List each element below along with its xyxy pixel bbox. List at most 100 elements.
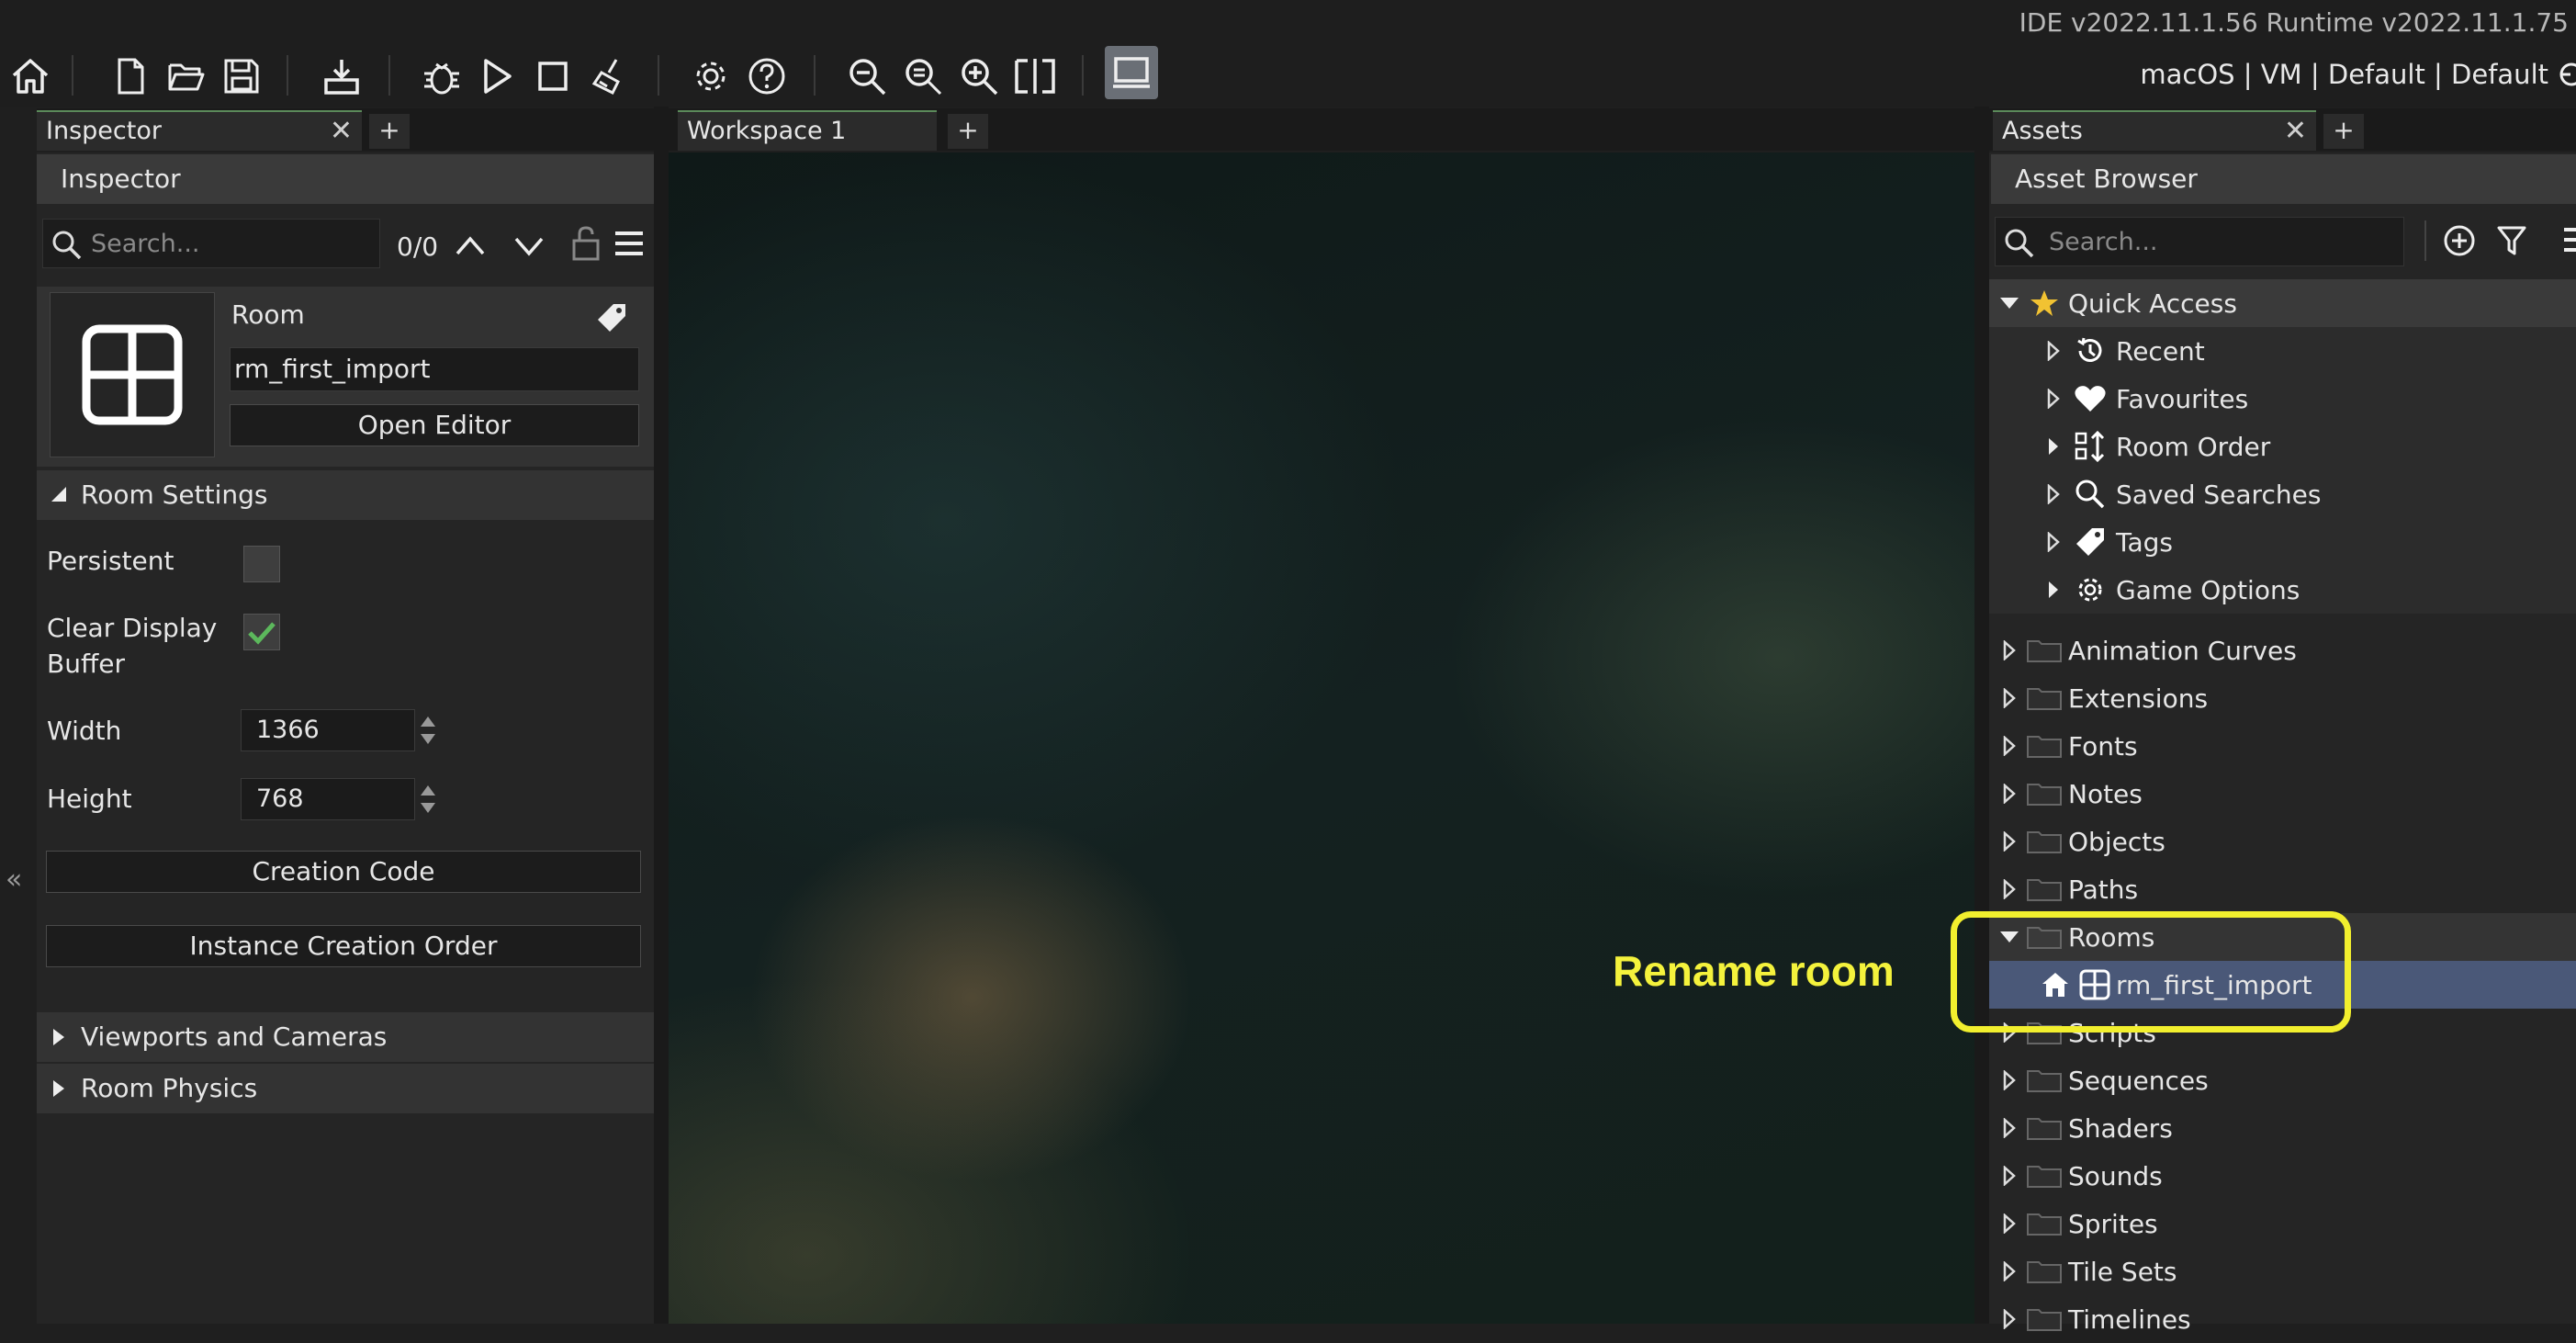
toolbar-separator [658,55,659,96]
add-tab-button[interactable]: + [369,114,410,149]
room-settings-section[interactable]: Room Settings [37,470,654,520]
zoom-in-icon[interactable] [952,50,1006,103]
persistent-checkbox[interactable] [243,546,280,582]
tree-label: Paths [2068,874,2139,905]
instance-creation-order-button[interactable]: Instance Creation Order [46,925,641,967]
inspector-search-input[interactable]: Search... [42,219,380,268]
open-folder-icon[interactable] [160,50,213,103]
expanded-arrow-icon [1998,292,2020,314]
viewports-section[interactable]: Viewports and Cameras [37,1012,654,1062]
target-menu-icon[interactable] [2558,61,2576,88]
search-placeholder: Search... [91,230,200,258]
asset-folder[interactable]: Sprites [1998,1200,2158,1247]
asset-folder[interactable]: Shaders [1998,1104,2173,1152]
debug-icon[interactable] [415,50,468,103]
save-icon[interactable] [215,50,268,103]
zoom-out-icon[interactable] [840,50,894,103]
folder-icon [2020,1164,2068,1188]
collapsed-triangle-icon [51,1027,66,1047]
lock-icon[interactable] [569,224,602,263]
hamburger-menu-icon[interactable] [2562,226,2576,254]
clear-display-checkbox[interactable] [243,614,280,650]
folder-icon [2020,1212,2068,1236]
new-file-icon[interactable] [104,50,157,103]
asset-folder[interactable]: Fonts [1998,722,2138,770]
tree-label: Timelines [2068,1304,2191,1335]
toolbar-separator [388,55,390,96]
help-icon[interactable] [740,50,793,103]
next-match-icon[interactable] [512,231,546,259]
asset-folder[interactable]: Timelines [1998,1295,2191,1343]
collapsed-arrow-icon [2042,388,2064,410]
resource-name-field[interactable]: rm_first_import [230,347,639,391]
tag-icon [2064,526,2116,558]
asset-folder[interactable]: Animation Curves [1998,626,2297,674]
toolbar-separator [287,55,288,96]
tab-assets[interactable]: Assets ✕ [1993,110,2316,151]
zoom-reset-icon[interactable] [896,50,950,103]
width-spinner-icon[interactable] [417,711,439,750]
preferences-icon[interactable] [684,50,737,103]
hamburger-menu-icon[interactable] [613,230,645,257]
asset-folder[interactable]: Sequences [1998,1056,2209,1104]
collapsed-arrow-icon [2042,579,2064,601]
run-icon[interactable] [470,50,523,103]
close-icon[interactable]: ✕ [330,112,353,151]
height-spinner-icon[interactable] [417,780,439,818]
asset-folder[interactable]: Extensions [1998,674,2208,722]
add-workspace-button[interactable]: + [948,114,988,149]
right-splitter[interactable] [1974,107,1989,1324]
tag-icon[interactable] [595,301,628,334]
stop-icon[interactable] [526,50,579,103]
clean-icon[interactable] [582,50,636,103]
tab-inspector[interactable]: Inspector ✕ [37,110,362,151]
asset-folder[interactable]: Objects [1998,818,2165,865]
add-tab-button[interactable]: + [2323,114,2364,149]
width-field[interactable]: 1366 [241,709,415,751]
quick-item-game-options[interactable]: Game Options [2042,566,2300,614]
workspace-canvas[interactable] [669,152,1974,1324]
toolbar-separator [72,55,73,96]
expanded-triangle-icon [50,485,68,503]
quick-item-saved-searches[interactable]: Saved Searches [2042,470,2321,518]
asset-folder[interactable]: Notes [1998,770,2143,818]
target-selector[interactable]: macOS | VM | Default | Default [2140,59,2548,90]
quick-access-header[interactable]: Quick Access [1998,279,2237,327]
search-placeholder: Search... [2049,228,2158,256]
collapsed-arrow-icon [1998,878,2020,900]
tree-label: Favourites [2116,383,2249,414]
room-physics-section[interactable]: Room Physics [37,1064,654,1113]
home-icon[interactable] [4,50,57,103]
create-executable-icon[interactable] [315,50,368,103]
height-field[interactable]: 768 [241,778,415,820]
target-device-icon[interactable] [1105,46,1158,99]
clear-display-label: Clear Display [47,613,218,643]
asset-folder[interactable]: Sounds [1998,1152,2163,1200]
previous-match-icon[interactable] [454,231,487,259]
tab-workspace-1[interactable]: Workspace 1 [678,110,937,151]
quick-item-tags[interactable]: Tags [2042,518,2173,566]
add-asset-icon[interactable] [2443,224,2476,257]
collapsed-arrow-icon [2042,435,2064,457]
section-label: Viewports and Cameras [81,1021,388,1052]
filter-icon[interactable] [2496,224,2527,257]
open-editor-button[interactable]: Open Editor [230,404,639,446]
collapsed-arrow-icon [1998,830,2020,852]
left-dock-strip [0,107,35,1324]
asset-folder[interactable]: Tile Sets [1998,1247,2177,1295]
collapsed-arrow-icon [1998,1165,2020,1187]
quick-item-room-order[interactable]: Room Order [2042,423,2270,470]
left-splitter[interactable] [654,107,669,1324]
collapsed-arrow-icon [1998,735,2020,757]
asset-search-input[interactable]: Search... [1995,217,2404,266]
close-icon[interactable]: ✕ [2284,112,2307,151]
collapse-dock-icon[interactable]: « [6,863,22,896]
quick-item-recent[interactable]: Recent [2042,327,2205,375]
folder-icon [2020,1116,2068,1140]
tree-label: Animation Curves [2068,635,2297,666]
collapsed-arrow-icon [1998,783,2020,805]
fit-icon[interactable] [1008,50,1062,103]
asset-folder[interactable]: Paths [1998,865,2138,913]
creation-code-button[interactable]: Creation Code [46,851,641,893]
quick-item-favourites[interactable]: Favourites [2042,375,2248,423]
